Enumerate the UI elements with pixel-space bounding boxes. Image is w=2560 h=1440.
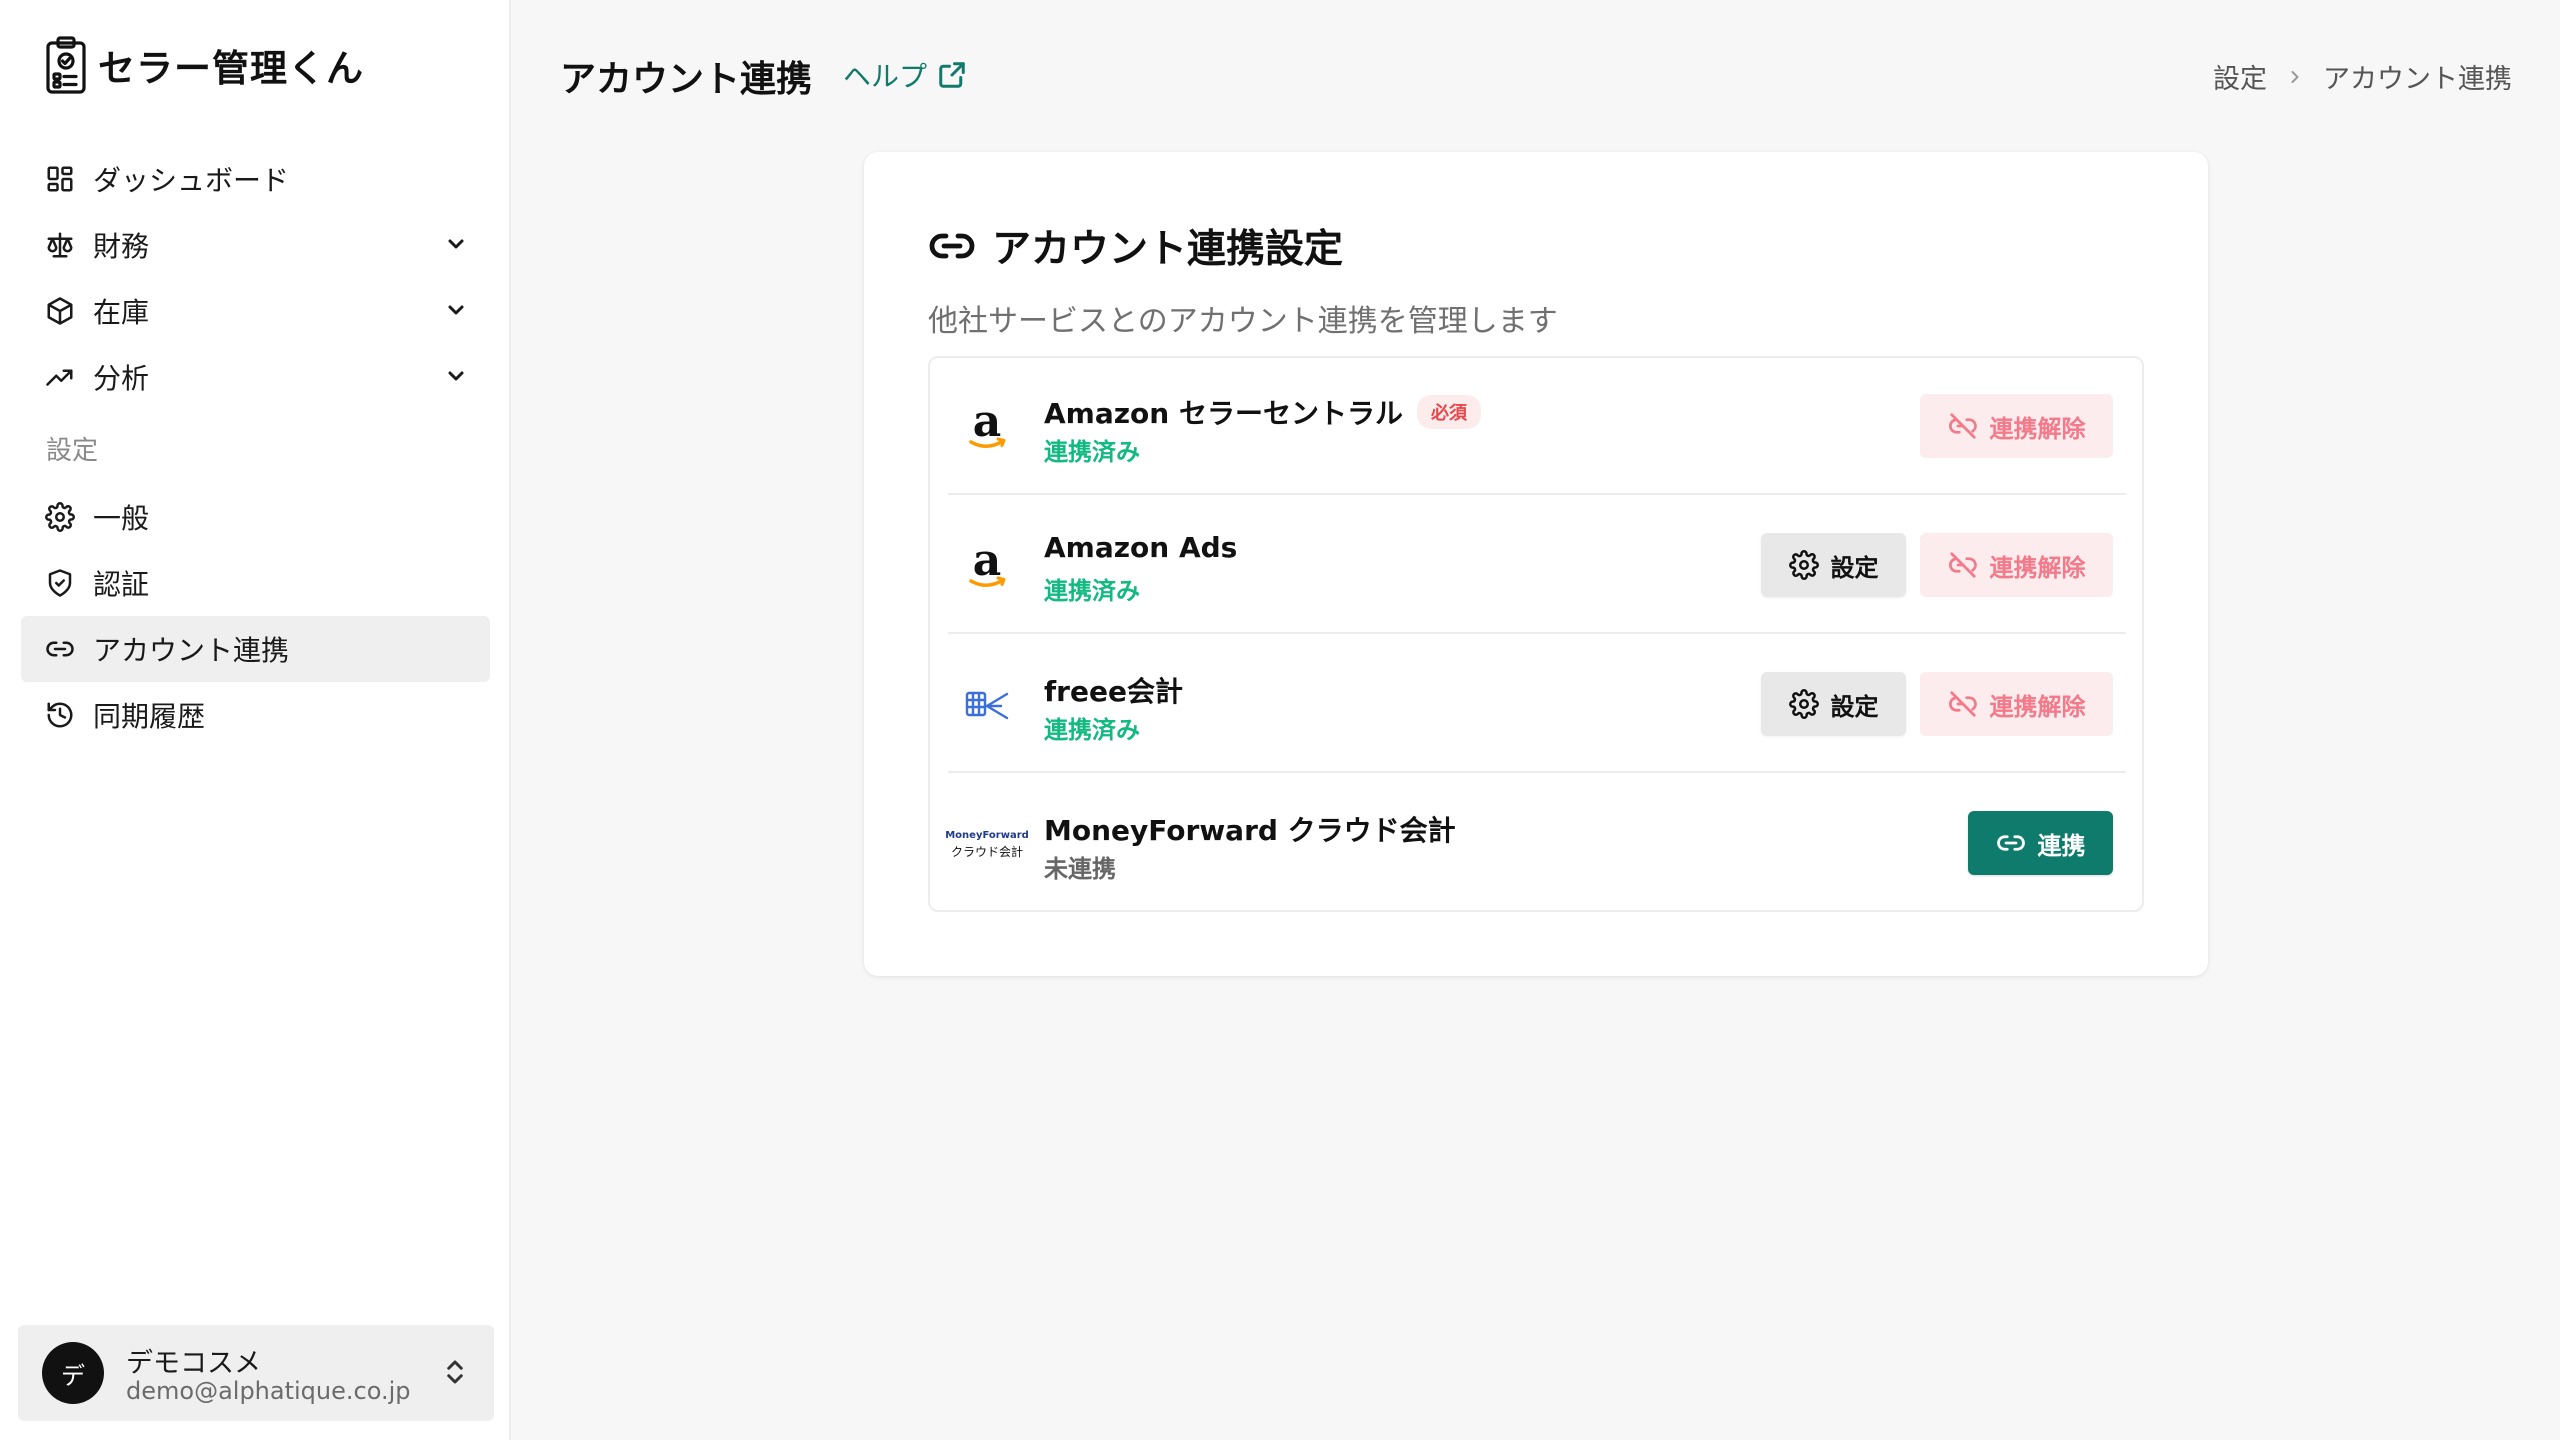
help-link[interactable]: ヘルプ (843, 55, 967, 95)
sidebar-item-account-link[interactable]: アカウント連携 (21, 616, 490, 682)
integration-row-moneyforward: MoneyForward クラウド会計 MoneyForward クラウド会計 … (945, 775, 2126, 912)
link-icon (929, 233, 975, 259)
card-title: アカウント連携設定 (928, 218, 1343, 274)
breadcrumb: 設定 アカウント連携 (2213, 57, 2512, 96)
link-icon (46, 641, 74, 657)
sidebar-item-label: 財務 (93, 230, 150, 263)
unlink-icon (1948, 552, 1977, 578)
integration-status: 連携済み (1044, 716, 1140, 744)
help-link-label: ヘルプ (843, 60, 928, 93)
unlink-label: 連携解除 (1989, 553, 2086, 582)
sidebar-item-analytics[interactable]: 分析 (21, 344, 490, 410)
avatar: デ (42, 1342, 104, 1404)
unlink-button[interactable]: 連携解除 (1920, 394, 2113, 458)
history-icon (47, 702, 73, 728)
unlink-label: 連携解除 (1989, 692, 2086, 721)
moneyforward-logo: MoneyForward クラウド会計 (945, 815, 1029, 875)
integration-row-freee: freee会計 連携済み 設定 連携解除 (948, 636, 2126, 773)
breadcrumb-current: アカウント連携 (2323, 64, 2512, 95)
unlink-icon (1948, 691, 1977, 717)
chevron-down-icon (448, 305, 464, 315)
gear-icon (1788, 550, 1819, 580)
integration-status: 連携済み (1044, 577, 1140, 605)
link-button[interactable]: 連携 (1968, 811, 2113, 875)
app-name: セラー管理くん (98, 47, 364, 90)
sidebar: セラー管理くん ダッシュボード 財務 在庫 分析 設定 一般 認証 アカウント連… (0, 0, 511, 1440)
shield-check-icon (48, 569, 72, 597)
moneyforward-logo-line2: クラウド会計 (950, 845, 1023, 859)
integration-status: 未連携 (1044, 855, 1116, 883)
sidebar-item-finance[interactable]: 財務 (21, 212, 490, 278)
settings-button[interactable]: 設定 (1761, 672, 1906, 736)
settings-label: 設定 (1830, 553, 1879, 582)
user-menu[interactable]: デ デモコスメ demo@alphatique.co.jp (18, 1325, 494, 1421)
integration-name: Amazon セラーセントラル 必須 (1044, 392, 1481, 432)
integration-name-text: Amazon セラーセントラル (1044, 397, 1403, 430)
required-badge: 必須 (1416, 395, 1481, 429)
sidebar-item-label: ダッシュボード (93, 164, 290, 197)
sidebar-item-label: アカウント連携 (93, 634, 290, 667)
sidebar-item-label: 同期履歴 (93, 700, 206, 733)
user-email: demo@alphatique.co.jp (126, 1377, 411, 1405)
amazon-logo: a (948, 537, 1026, 597)
integration-list: a Amazon セラーセントラル 必須 連携済み 連携解除 a Amazon … (928, 356, 2144, 912)
unlink-icon (1948, 413, 1977, 439)
settings-label: 設定 (1830, 692, 1879, 721)
sidebar-item-label: 認証 (93, 568, 150, 601)
integration-name: Amazon Ads (1044, 531, 1238, 564)
sidebar-item-dashboard[interactable]: ダッシュボード (21, 146, 490, 212)
account-link-card: アカウント連携設定 他社サービスとのアカウント連携を管理します a Amazon… (864, 152, 2208, 976)
dashboard-icon (47, 166, 73, 192)
unlink-label: 連携解除 (1989, 414, 2086, 443)
scale-icon (47, 232, 73, 258)
unlink-button[interactable]: 連携解除 (1920, 672, 2113, 736)
link-label: 連携 (2037, 831, 2086, 860)
integration-status: 連携済み (1044, 438, 1140, 466)
sidebar-item-label: 分析 (93, 362, 150, 395)
chevrons-up-down-icon (447, 1360, 463, 1384)
card-description: 他社サービスとのアカウント連携を管理します (928, 304, 1558, 339)
clipboard-check-icon (46, 36, 86, 94)
sidebar-section-settings: 設定 (46, 436, 99, 466)
sidebar-item-label: 在庫 (93, 296, 150, 329)
moneyforward-logo-line1: MoneyForward (945, 830, 1029, 841)
gear-icon (1788, 689, 1819, 719)
sidebar-item-sync-history[interactable]: 同期履歴 (21, 682, 490, 748)
chevron-down-icon (448, 371, 464, 381)
settings-button[interactable]: 設定 (1761, 533, 1906, 597)
sidebar-item-inventory[interactable]: 在庫 (21, 278, 490, 344)
card-title-text: アカウント連携設定 (992, 227, 1344, 272)
unlink-button[interactable]: 連携解除 (1920, 533, 2113, 597)
external-link-icon (939, 62, 965, 88)
sidebar-item-general[interactable]: 一般 (21, 484, 490, 550)
chevron-right-icon (2291, 70, 2299, 83)
user-name: デモコスメ (126, 1348, 261, 1379)
app-brand[interactable]: セラー管理くん (44, 34, 364, 96)
sidebar-item-label: 一般 (93, 502, 150, 535)
box-icon (47, 297, 73, 325)
sidebar-item-auth[interactable]: 認証 (21, 550, 490, 616)
amazon-logo: a (948, 398, 1026, 458)
integration-row-amazon-ads: a Amazon Ads 連携済み 設定 連携解除 (948, 497, 2126, 634)
integration-name: MoneyForward クラウド会計 (1044, 814, 1456, 847)
gear-icon (45, 502, 75, 532)
integration-row-amazon-seller: a Amazon セラーセントラル 必須 連携済み 連携解除 (948, 358, 2126, 495)
chevron-down-icon (448, 239, 464, 249)
integration-name: freee会計 (1044, 675, 1183, 708)
trending-up-icon (46, 369, 73, 386)
breadcrumb-settings[interactable]: 設定 (2213, 57, 2267, 96)
link-icon (1996, 835, 2025, 851)
page-title: アカウント連携 (560, 59, 813, 100)
freee-logo (948, 676, 1026, 736)
